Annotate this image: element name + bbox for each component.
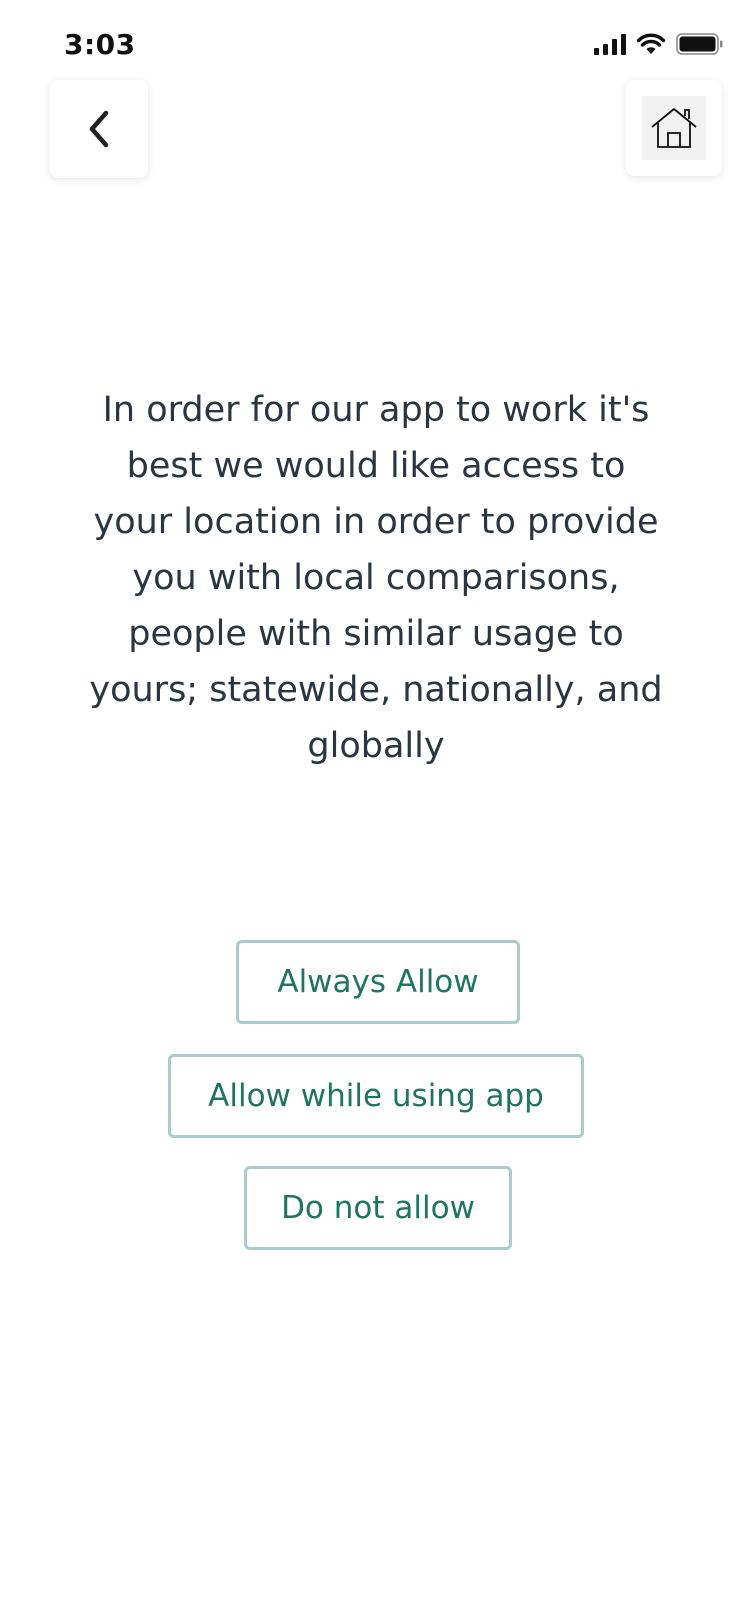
status-bar: 3:03 (0, 0, 752, 80)
chevron-left-icon (89, 110, 109, 148)
wifi-icon (636, 33, 666, 54)
allow-while-using-button[interactable]: Allow while using app (168, 1054, 584, 1138)
status-time: 3:03 (64, 28, 136, 61)
home-icon-container (642, 96, 706, 160)
signal-icon (594, 33, 626, 55)
battery-icon (676, 33, 723, 55)
do-not-allow-button[interactable]: Do not allow (244, 1166, 512, 1250)
home-icon (651, 108, 697, 148)
back-button[interactable] (50, 80, 148, 178)
home-button[interactable] (626, 80, 722, 176)
always-allow-button[interactable]: Always Allow (236, 940, 520, 1024)
status-icons (594, 32, 724, 56)
location-permission-message: In order for our app to work it's best w… (89, 390, 663, 766)
